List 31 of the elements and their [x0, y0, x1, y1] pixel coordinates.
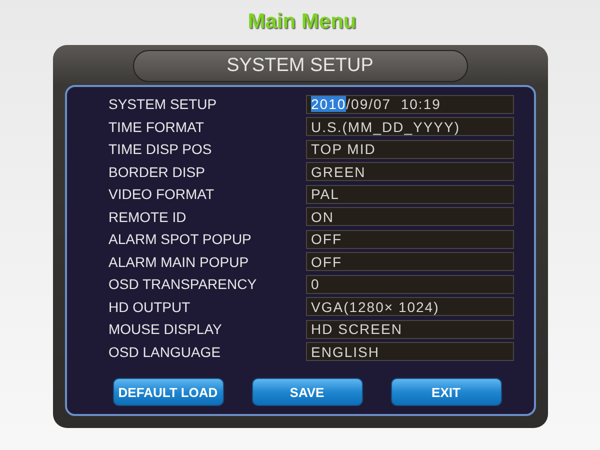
setting-value-field[interactable]: ENGLISH	[306, 342, 514, 362]
setting-value-field[interactable]: GREEN	[306, 162, 514, 182]
setting-label: OSD TRANSPARENCY	[108, 276, 258, 292]
setting-label: TIME FORMAT	[108, 118, 205, 135]
setting-label: OSD LANGUAGE	[108, 344, 222, 360]
setting-value-field[interactable]: TOP MID	[306, 140, 514, 159]
setting-value-field[interactable]: OFF	[306, 252, 514, 272]
setting-label: BORDER DISP	[108, 164, 206, 180]
setting-value-field[interactable]: OFF	[306, 230, 514, 249]
menu-button[interactable]: SAVE	[252, 378, 362, 406]
setting-label: ALARM MAIN POPUP	[108, 254, 250, 270]
setting-label: ALARM SPOT POPUP	[108, 231, 252, 248]
page-heading: Main Menu	[248, 9, 356, 35]
setting-value-field[interactable]: U.S.(MM_DD_YYYY)	[306, 117, 514, 136]
value-segment[interactable]: /09/07 10:19	[346, 96, 441, 112]
setting-label: REMOTE ID	[108, 208, 188, 225]
setting-value-field[interactable]: HD SCREEN	[306, 320, 514, 339]
menu-button[interactable]: EXIT	[390, 378, 502, 406]
setting-value-field[interactable]: 0	[306, 274, 514, 294]
setting-value-field[interactable]: 2010/09/07 10:19	[306, 94, 514, 114]
panel-title: SYSTEM SETUP	[132, 50, 468, 82]
setting-label: TIME DISP POS	[108, 141, 213, 158]
setting-label: VIDEO FORMAT	[108, 186, 216, 202]
value-segment[interactable]: 2010	[311, 96, 346, 112]
setting-value-field[interactable]: ON	[306, 207, 514, 226]
setting-value-field[interactable]: PAL	[306, 184, 514, 204]
setting-label: MOUSE DISPLAY	[108, 321, 223, 338]
setting-label: SYSTEM SETUP	[108, 96, 218, 112]
setting-value-field[interactable]: VGA(1280× 1024)	[306, 297, 514, 316]
menu-button[interactable]: DEFAULT LOAD	[112, 378, 224, 406]
setting-label: HD OUTPUT	[108, 298, 192, 315]
